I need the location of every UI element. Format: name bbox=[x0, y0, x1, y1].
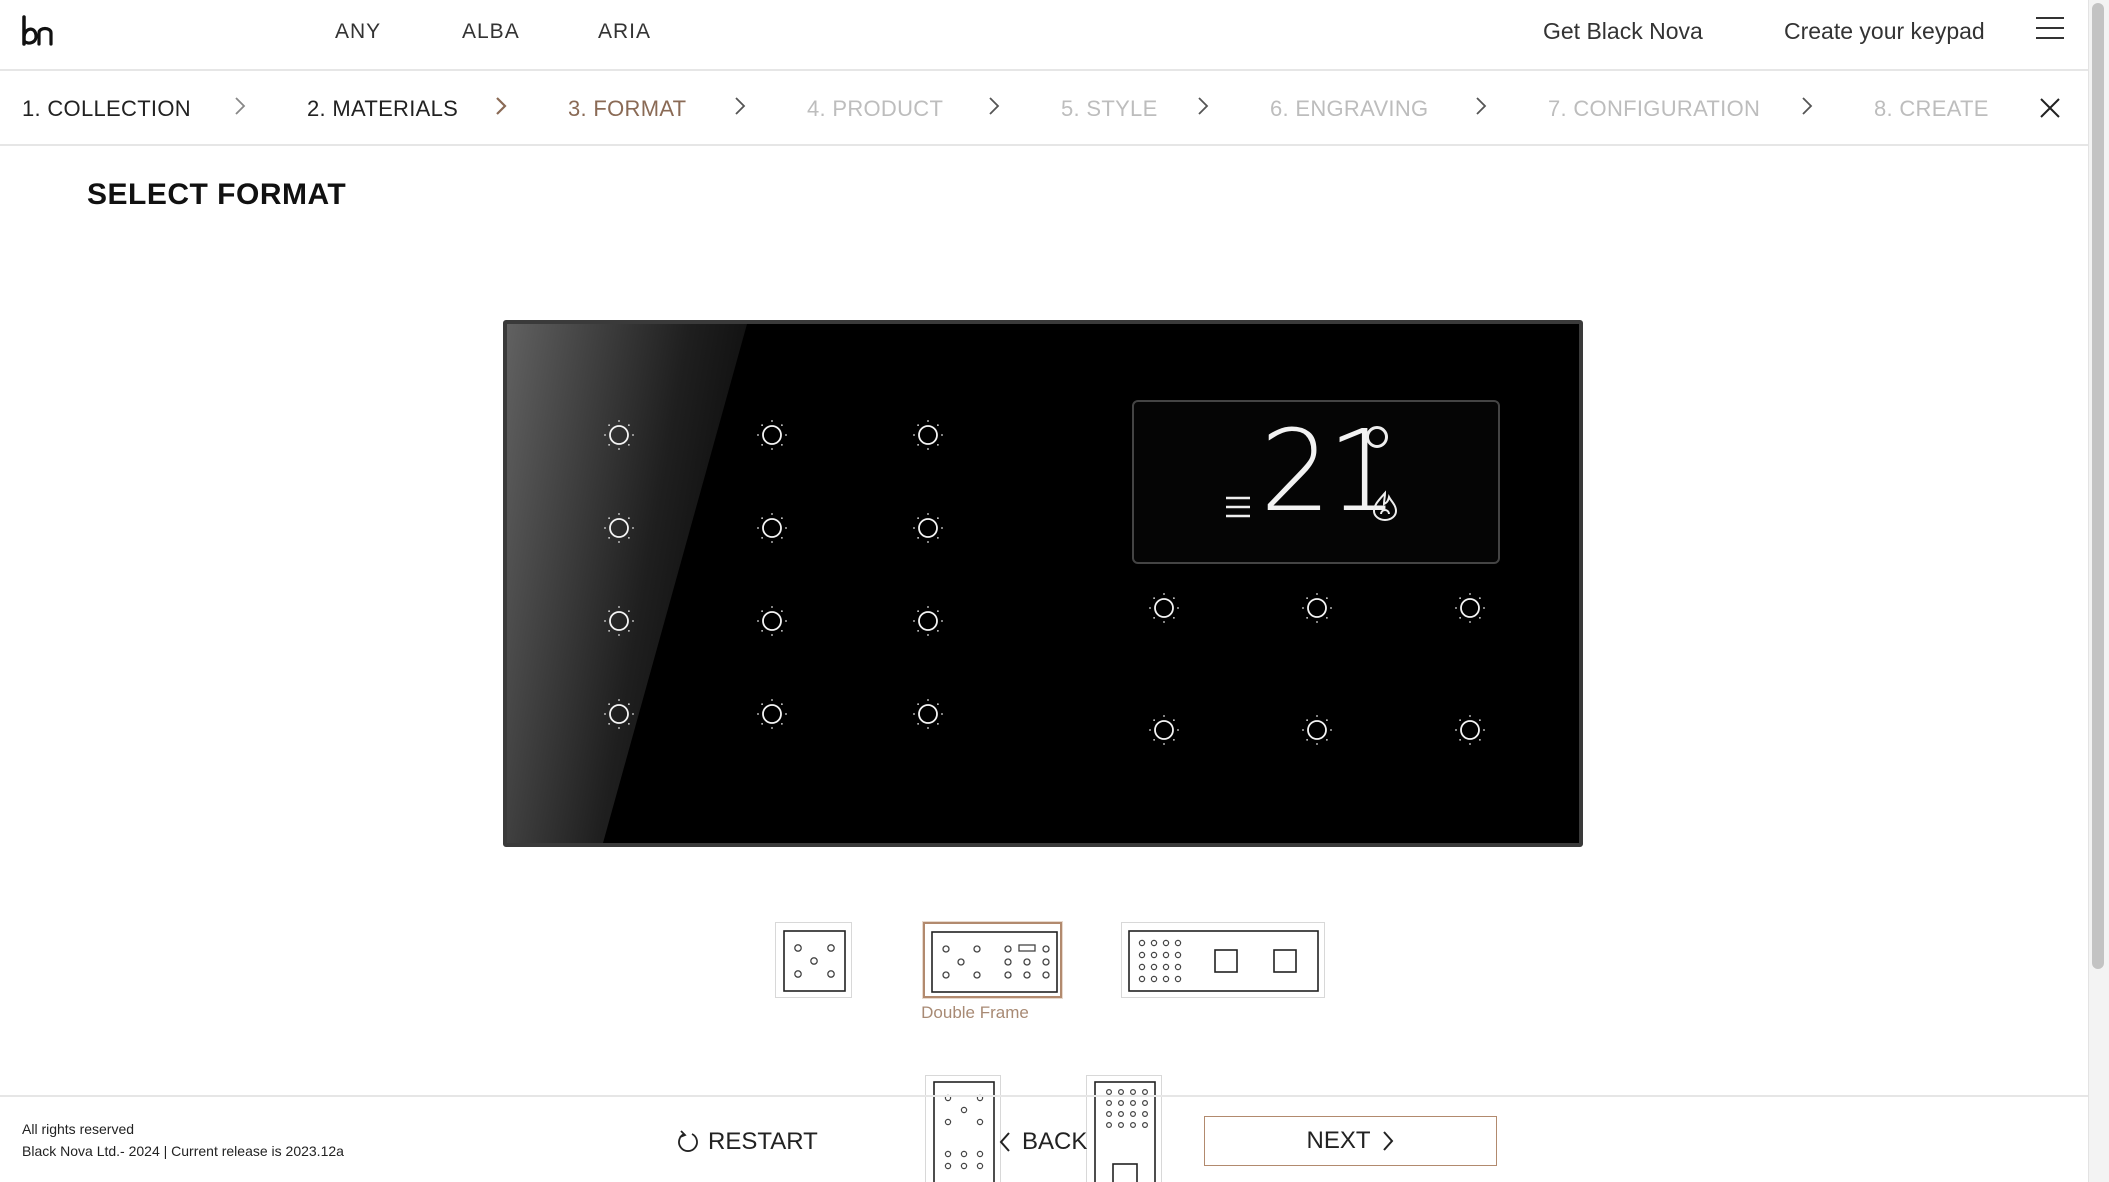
keypad-button-icon bbox=[1149, 715, 1179, 745]
chevron-right-icon bbox=[235, 97, 246, 115]
restart-label: RESTART bbox=[708, 1128, 818, 1155]
double-frame-diagram-icon bbox=[931, 931, 1058, 993]
keypad-button-icon bbox=[604, 606, 634, 636]
nav-link-alba[interactable]: ALBA bbox=[462, 20, 520, 44]
flame-icon bbox=[1372, 490, 1398, 521]
single-frame-diagram-icon bbox=[783, 930, 846, 992]
keypad-button-icon bbox=[913, 513, 943, 543]
keypad-button-icon bbox=[913, 699, 943, 729]
selected-format-label: Double Frame bbox=[921, 1003, 1029, 1022]
black-nova-logo[interactable] bbox=[20, 14, 56, 50]
back-label: BACK bbox=[1022, 1128, 1088, 1155]
keypad-button-icon bbox=[1455, 715, 1485, 745]
glass-reflection bbox=[507, 324, 747, 843]
next-label: NEXT bbox=[1306, 1127, 1371, 1154]
step-create[interactable]: 8. CREATE bbox=[1874, 96, 1989, 122]
chevron-right-icon bbox=[1802, 97, 1813, 115]
step-product[interactable]: 4. PRODUCT bbox=[807, 96, 943, 122]
thermostat-display: 21 bbox=[1132, 400, 1500, 564]
configurator-steps-bar: 1. COLLECTION 2. MATERIALS 3. FORMAT 4. … bbox=[0, 72, 2088, 146]
menu-list-icon bbox=[1226, 496, 1250, 518]
degree-icon bbox=[1366, 426, 1388, 448]
hamburger-menu-icon[interactable] bbox=[2036, 17, 2064, 41]
keypad-button-icon bbox=[757, 513, 787, 543]
step-style[interactable]: 5. STYLE bbox=[1061, 96, 1158, 122]
triple-frame-diagram-icon bbox=[1128, 930, 1319, 992]
keypad-button-icon bbox=[604, 513, 634, 543]
page-title: SELECT FORMAT bbox=[87, 178, 347, 211]
keypad-button-icon bbox=[1302, 593, 1332, 623]
next-button[interactable]: NEXT bbox=[1204, 1116, 1497, 1166]
keypad-button-icon bbox=[757, 420, 787, 450]
back-button[interactable]: BACK bbox=[998, 1128, 1087, 1156]
chevron-right-icon bbox=[1476, 97, 1487, 115]
keypad-button-icon bbox=[604, 699, 634, 729]
scrollbar-thumb[interactable] bbox=[2092, 3, 2104, 969]
chevron-right-icon bbox=[496, 97, 507, 115]
format-triple-frame[interactable] bbox=[1121, 922, 1325, 998]
nav-link-aria[interactable]: ARIA bbox=[598, 20, 651, 44]
keypad-button-icon bbox=[1455, 593, 1485, 623]
nav-link-any[interactable]: ANY bbox=[335, 20, 381, 44]
keypad-button-icon bbox=[913, 606, 943, 636]
format-double-frame[interactable] bbox=[923, 922, 1062, 998]
step-configuration[interactable]: 7. CONFIGURATION bbox=[1548, 96, 1760, 122]
close-icon[interactable] bbox=[2038, 96, 2062, 120]
get-black-nova-link[interactable]: Get Black Nova bbox=[1543, 18, 1703, 45]
step-collection[interactable]: 1. COLLECTION bbox=[22, 96, 191, 122]
chevron-left-icon bbox=[999, 1132, 1010, 1152]
step-engraving[interactable]: 6. ENGRAVING bbox=[1270, 96, 1428, 122]
keypad-button-icon bbox=[1149, 593, 1179, 623]
keypad-preview: 21 bbox=[503, 320, 1583, 847]
step-materials[interactable]: 2. MATERIALS bbox=[307, 96, 458, 122]
restart-icon bbox=[678, 1130, 698, 1152]
release-text: Black Nova Ltd.- 2024 | Current release … bbox=[22, 1143, 344, 1159]
format-single-frame[interactable] bbox=[775, 922, 852, 998]
keypad-button-icon bbox=[1302, 715, 1332, 745]
keypad-button-icon bbox=[604, 420, 634, 450]
step-format[interactable]: 3. FORMAT bbox=[568, 96, 686, 122]
copyright-text: All rights reserved bbox=[22, 1121, 135, 1137]
chevron-right-icon bbox=[735, 97, 746, 115]
chevron-right-icon bbox=[1198, 97, 1209, 115]
keypad-button-icon bbox=[913, 420, 943, 450]
top-navigation-bar: ANY ALBA ARIA Get Black Nova Create your… bbox=[0, 0, 2088, 71]
create-keypad-link[interactable]: Create your keypad bbox=[1784, 18, 1985, 45]
keypad-button-icon bbox=[757, 699, 787, 729]
chevron-right-icon bbox=[1382, 1131, 1393, 1151]
chevron-right-icon bbox=[989, 97, 1000, 115]
keypad-button-icon bbox=[757, 606, 787, 636]
restart-button[interactable]: RESTART bbox=[676, 1128, 818, 1156]
